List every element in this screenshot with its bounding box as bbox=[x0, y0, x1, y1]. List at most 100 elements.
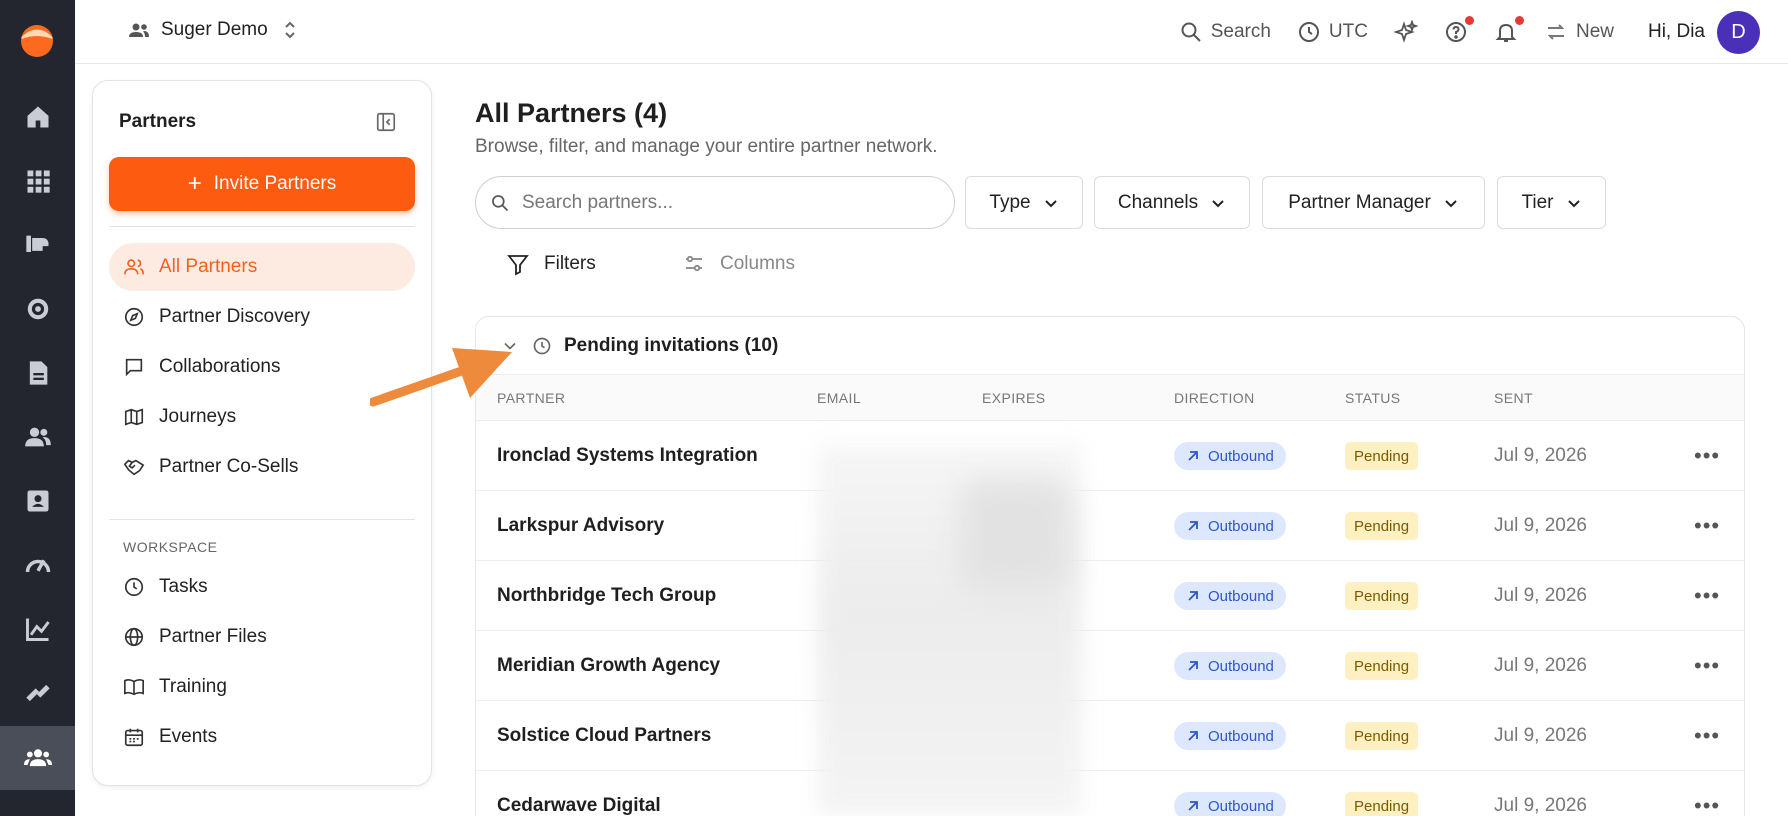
brand-logo-icon[interactable] bbox=[20, 24, 54, 58]
type-filter-dropdown[interactable]: Type bbox=[965, 176, 1083, 229]
timezone-button[interactable]: UTC bbox=[1297, 20, 1368, 44]
nav-partner-discovery[interactable]: Partner Discovery bbox=[109, 293, 415, 341]
handshake-icon bbox=[123, 459, 145, 476]
nav-label: Partner Discovery bbox=[159, 306, 310, 327]
users-icon bbox=[124, 259, 144, 275]
rail-documents[interactable] bbox=[0, 341, 75, 405]
table-row[interactable]: Meridian Growth Agency Outbound Pending … bbox=[476, 631, 1744, 701]
nav-label: Tasks bbox=[159, 576, 208, 597]
rail-partners[interactable] bbox=[0, 726, 75, 790]
rail-deals[interactable] bbox=[0, 213, 75, 277]
rail-people[interactable] bbox=[0, 405, 75, 469]
gauge-icon bbox=[25, 559, 50, 573]
sent-date: Jul 9, 2026 bbox=[1494, 445, 1587, 466]
rail-reports[interactable] bbox=[0, 597, 75, 661]
row-actions-button[interactable]: ••• bbox=[1694, 491, 1720, 561]
notifications-button[interactable] bbox=[1494, 16, 1524, 44]
table-row[interactable]: Larkspur Advisory Outbound Pending Jul 9… bbox=[476, 491, 1744, 561]
column-header-direction[interactable]: DIRECTION bbox=[1174, 390, 1255, 406]
workspace-name: Suger Demo bbox=[161, 19, 268, 40]
filters-button[interactable]: Filters bbox=[506, 252, 596, 276]
search-label: Search bbox=[1210, 21, 1271, 42]
rail-settings[interactable] bbox=[0, 277, 75, 341]
nav-events[interactable]: Events bbox=[109, 713, 415, 761]
rail-contacts[interactable] bbox=[0, 469, 75, 533]
rail-home[interactable] bbox=[0, 85, 75, 149]
column-header-status[interactable]: STATUS bbox=[1345, 390, 1401, 406]
arrow-up-right-icon bbox=[1188, 451, 1198, 461]
funnel-icon bbox=[507, 255, 529, 276]
filter-label: Type bbox=[989, 191, 1031, 213]
direction-label: Outbound bbox=[1208, 447, 1274, 465]
nav-all-partners[interactable]: All Partners bbox=[109, 243, 415, 291]
columns-button[interactable]: Columns bbox=[682, 252, 795, 276]
map-icon bbox=[124, 408, 144, 426]
partner-manager-filter-dropdown[interactable]: Partner Manager bbox=[1262, 176, 1485, 229]
column-header-expires[interactable]: EXPIRES bbox=[982, 390, 1046, 406]
rail-integrations[interactable] bbox=[0, 661, 75, 725]
row-actions-button[interactable]: ••• bbox=[1694, 701, 1720, 771]
user-greeting: Hi, Dia bbox=[1647, 21, 1705, 42]
table-row[interactable]: Cedarwave Digital Outbound Pending Jul 9… bbox=[476, 771, 1744, 816]
plus-icon: + bbox=[187, 170, 202, 197]
row-actions-button[interactable]: ••• bbox=[1694, 771, 1720, 816]
direction-badge: Outbound bbox=[1174, 442, 1286, 470]
home-icon bbox=[27, 106, 48, 128]
partners-icon bbox=[23, 749, 52, 767]
ai-assistant-button[interactable] bbox=[1393, 20, 1418, 44]
table-row[interactable]: Northbridge Tech Group Outbound Pending … bbox=[476, 561, 1744, 631]
nav-label: Journeys bbox=[159, 406, 237, 427]
tier-filter-dropdown[interactable]: Tier bbox=[1497, 176, 1606, 229]
status-badge: Pending bbox=[1345, 582, 1419, 610]
channels-filter-dropdown[interactable]: Channels bbox=[1094, 176, 1250, 229]
sliders-icon bbox=[686, 255, 702, 272]
search-icon bbox=[1181, 22, 1201, 42]
arrow-up-right-icon bbox=[1188, 591, 1198, 601]
rail-analytics[interactable] bbox=[0, 533, 75, 597]
compass-icon bbox=[124, 307, 144, 327]
nav-training[interactable]: Training bbox=[109, 663, 415, 711]
panel-title: Partners bbox=[119, 111, 197, 132]
rail-apps[interactable] bbox=[0, 149, 75, 213]
row-actions-button[interactable]: ••• bbox=[1694, 561, 1720, 631]
new-label: New bbox=[1575, 21, 1614, 42]
swap-arrows-icon bbox=[1547, 24, 1565, 40]
column-header-sent[interactable]: SENT bbox=[1494, 390, 1533, 406]
nav-label: Partner Files bbox=[159, 626, 267, 647]
direction-label: Outbound bbox=[1208, 657, 1274, 675]
help-button[interactable] bbox=[1444, 16, 1474, 44]
pending-invitations-header[interactable]: Pending invitations (10) bbox=[476, 317, 1744, 375]
invite-partners-button[interactable]: + Invite Partners bbox=[109, 157, 415, 211]
direction-label: Outbound bbox=[1208, 727, 1274, 745]
pending-invitations-title: Pending invitations (10) bbox=[564, 334, 779, 356]
status-badge: Pending bbox=[1345, 442, 1419, 470]
user-avatar[interactable]: D bbox=[1717, 10, 1760, 54]
direction-badge: Outbound bbox=[1174, 512, 1286, 540]
partner-search-input[interactable] bbox=[522, 191, 902, 214]
status-badge: Pending bbox=[1345, 792, 1419, 816]
row-actions-button[interactable]: ••• bbox=[1694, 631, 1720, 701]
new-button[interactable]: New bbox=[1544, 20, 1614, 44]
chevron-updown-icon bbox=[284, 21, 295, 39]
status-badge: Pending bbox=[1345, 652, 1419, 680]
global-search-button[interactable]: Search bbox=[1179, 20, 1271, 44]
chevron-down-icon bbox=[1212, 199, 1224, 207]
sparkles-icon bbox=[1393, 20, 1418, 43]
row-actions-button[interactable]: ••• bbox=[1694, 421, 1720, 491]
collapse-panel-icon[interactable] bbox=[375, 111, 397, 133]
handshake-bag-icon bbox=[25, 235, 48, 252]
column-header-email[interactable]: EMAIL bbox=[817, 390, 861, 406]
grid-icon bbox=[27, 170, 50, 193]
table-header: PARTNER EMAIL EXPIRES DIRECTION STATUS S… bbox=[476, 375, 1744, 421]
sent-date: Jul 9, 2026 bbox=[1494, 795, 1587, 816]
nav-partner-files[interactable]: Partner Files bbox=[109, 613, 415, 661]
pending-invitations-card: Pending invitations (10) PARTNER EMAIL E… bbox=[475, 316, 1745, 816]
partner-name: Meridian Growth Agency bbox=[497, 655, 721, 676]
nav-partner-co-sells[interactable]: Partner Co-Sells bbox=[109, 443, 415, 491]
workspace-switcher[interactable]: Suger Demo bbox=[127, 18, 302, 42]
table-row[interactable]: Ironclad Systems Integration Outbound Pe… bbox=[476, 421, 1744, 491]
sent-date: Jul 9, 2026 bbox=[1494, 725, 1587, 746]
clock-icon bbox=[533, 337, 551, 354]
nav-tasks[interactable]: Tasks bbox=[109, 563, 415, 611]
table-row[interactable]: Solstice Cloud Partners Outbound Pending… bbox=[476, 701, 1744, 771]
